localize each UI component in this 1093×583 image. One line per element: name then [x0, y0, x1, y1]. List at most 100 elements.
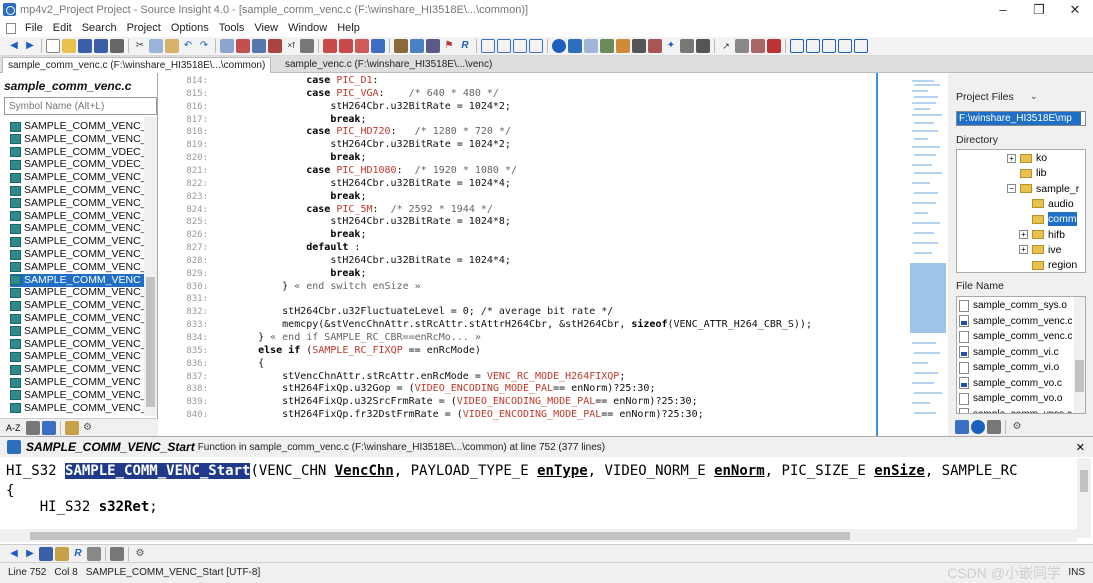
window-icon[interactable]	[371, 39, 385, 53]
code-editor[interactable]: 814: case PIC_D1:815: case PIC_VGA: /* 6…	[158, 73, 876, 436]
symbol-list-item[interactable]: SAMPLE_COMM_VENC_	[10, 248, 144, 261]
save-icon[interactable]	[78, 39, 92, 53]
project-icon[interactable]	[394, 39, 408, 53]
expand-icon[interactable]: +	[1019, 245, 1028, 254]
copy-icon[interactable]	[149, 39, 163, 53]
directory-item[interactable]: +ive	[1019, 243, 1061, 257]
symbol-list-item[interactable]: SAMPLE_COMM_VENC_	[10, 389, 144, 402]
refs-icon[interactable]: R	[458, 39, 472, 53]
file-list-item[interactable]: sample_comm_sys.o	[959, 298, 1067, 313]
code-line[interactable]: stVencChnAttr.stRcAttr.enRcMode = VENC_R…	[234, 371, 625, 382]
list-icon[interactable]	[87, 547, 101, 561]
tab-sample-comm-venc[interactable]: sample_comm_venc.c (F:\winshare_HI3518E\…	[2, 57, 271, 73]
grid-icon[interactable]	[680, 39, 694, 53]
symbol-list-scrollbar[interactable]	[144, 117, 157, 416]
find-next-icon[interactable]	[236, 39, 250, 53]
code-line[interactable]: stH264Cbr.u32BitRate = 1024*4;	[234, 178, 511, 189]
scrollbar-thumb[interactable]	[1080, 470, 1088, 492]
bird-icon[interactable]: ✦	[664, 39, 678, 53]
code-line[interactable]: } « end switch enSize »	[234, 281, 421, 292]
symbol-list-item[interactable]: SAMPLE_COMM_VENC	[10, 363, 144, 376]
relation-icon[interactable]	[426, 39, 440, 53]
symbol-list-icon[interactable]	[26, 421, 40, 435]
chevron-down-icon[interactable]: ⌄	[1030, 91, 1040, 101]
outline-icon[interactable]	[735, 39, 749, 53]
file-list-item[interactable]: sample_comm_venc.c	[959, 314, 1072, 329]
symbol-list-item[interactable]: SAMPLE_COMM_VENC_	[10, 286, 144, 299]
file-list-item[interactable]: sample_comm_vo.c	[959, 376, 1062, 391]
gear-icon[interactable]: ⚙	[81, 421, 95, 435]
close-button[interactable]: ✕	[1057, 0, 1093, 19]
symbol-list-item[interactable]: SAMPLE_COMM_VENC_	[10, 299, 144, 312]
lookup-icon[interactable]	[300, 39, 314, 53]
gear-icon[interactable]: ⚙	[1010, 420, 1024, 434]
undo-icon[interactable]: ↶	[181, 39, 195, 53]
file-list-item[interactable]: sample_comm_vi.c	[959, 345, 1059, 360]
code-line[interactable]: case PIC_D1:	[234, 75, 379, 86]
code-line[interactable]: case PIC_5M: /* 2592 * 1944 */	[234, 204, 493, 215]
sync-icon[interactable]	[410, 39, 424, 53]
code-line[interactable]: stH264Cbr.u32BitRate = 1024*8;	[234, 216, 511, 227]
code-line[interactable]: case PIC_VGA: /* 640 * 480 */	[234, 88, 499, 99]
bookmark-icon[interactable]	[268, 39, 282, 53]
menu-options[interactable]: Options	[166, 22, 214, 34]
replace-icon[interactable]	[252, 39, 266, 53]
scrollbar-thumb[interactable]	[30, 532, 850, 540]
symbol-list-item[interactable]: SAMPLE_COMM_VENC	[10, 274, 144, 287]
symbol-list-item[interactable]: SAMPLE_COMM_VENC_	[10, 171, 144, 184]
back-arrow-icon[interactable]: ◀	[7, 39, 21, 53]
code-line[interactable]: break;	[234, 114, 366, 125]
find-icon[interactable]	[220, 39, 234, 53]
symbol-list-item[interactable]: SAMPLE_COMM_VENC_	[10, 120, 144, 133]
file-list-scrollbar[interactable]	[1074, 297, 1085, 413]
directory-item[interactable]: comm	[1019, 212, 1077, 226]
cut-icon[interactable]: ✂	[133, 39, 147, 53]
layout-1-icon[interactable]	[481, 39, 495, 53]
collapse-icon[interactable]: −	[1007, 184, 1016, 193]
search-results-icon[interactable]	[632, 39, 646, 53]
code-line[interactable]: stH264Cbr.u32BitRate = 1024*2;	[234, 139, 511, 150]
code-line[interactable]: case PIC_HD1080: /* 1920 * 1080 */	[234, 165, 517, 176]
forward-arrow-icon[interactable]: ▶	[23, 39, 37, 53]
code-line[interactable]: stH264FixQp.fr32DstFrmRate = (VIDEO_ENCO…	[234, 409, 704, 420]
books-icon[interactable]	[65, 421, 79, 435]
code-line[interactable]: memcpy(&stVencChnAttr.stRcAttr.stAttrH26…	[234, 319, 812, 330]
layout-2-icon[interactable]	[497, 39, 511, 53]
directory-item[interactable]: region	[1019, 258, 1077, 272]
code-line[interactable]: stH264Cbr.u32BitRate = 1024*4;	[234, 255, 511, 266]
symbol-list-item[interactable]: SAMPLE_COMM_VENC	[10, 325, 144, 338]
marker-icon[interactable]	[339, 39, 353, 53]
overview-scrollbar[interactable]	[876, 73, 948, 436]
symbol-list-item[interactable]: SAMPLE_COMM_VENC_	[10, 338, 144, 351]
symbol-list-item[interactable]: SAMPLE_COMM_VENC_	[10, 184, 144, 197]
menu-search[interactable]: Search	[77, 22, 122, 34]
symbol-window-icon[interactable]	[568, 39, 582, 53]
relation-window-icon[interactable]	[600, 39, 614, 53]
symbol-list-item[interactable]: SAMPLE_COMM_VENC_	[10, 402, 144, 415]
minimize-button[interactable]: –	[985, 0, 1021, 19]
toggle-bookmark-icon[interactable]	[355, 39, 369, 53]
directory-item[interactable]: +hifb	[1019, 228, 1065, 242]
gear-icon[interactable]: ⚙	[133, 547, 147, 561]
code-line[interactable]: else if (SAMPLE_RC_FIXQP == enRcMode)	[234, 345, 481, 356]
panel-icon[interactable]	[696, 39, 710, 53]
file-icon[interactable]	[955, 420, 969, 434]
list-icon[interactable]	[987, 420, 1001, 434]
menu-file[interactable]: File	[20, 22, 48, 34]
expand-icon[interactable]: +	[1019, 230, 1028, 239]
restore-button[interactable]: ❐	[1021, 0, 1057, 19]
code-line[interactable]: stH264Cbr.u32BitRate = 1024*2;	[234, 101, 511, 112]
file-list-item[interactable]: sample_comm_vpss.c	[959, 407, 1072, 415]
browse-icon[interactable]: ⚑	[442, 39, 456, 53]
print-icon[interactable]	[110, 39, 124, 53]
layout-3-icon[interactable]	[513, 39, 527, 53]
expand-icon[interactable]: +	[1007, 154, 1016, 163]
sort-az-label[interactable]: A-Z	[6, 423, 21, 433]
redo-icon[interactable]: ↷	[197, 39, 211, 53]
symbol-list-item[interactable]: SAMPLE_COMM_VENC_	[10, 414, 144, 416]
menu-help[interactable]: Help	[332, 22, 365, 34]
code-line[interactable]: case PIC_HD720: /* 1280 * 720 */	[234, 126, 511, 137]
menu-view[interactable]: View	[249, 22, 283, 34]
symbol-list-item[interactable]: SAMPLE_COMM_VENC_	[10, 222, 144, 235]
tile-3-icon[interactable]	[822, 39, 836, 53]
